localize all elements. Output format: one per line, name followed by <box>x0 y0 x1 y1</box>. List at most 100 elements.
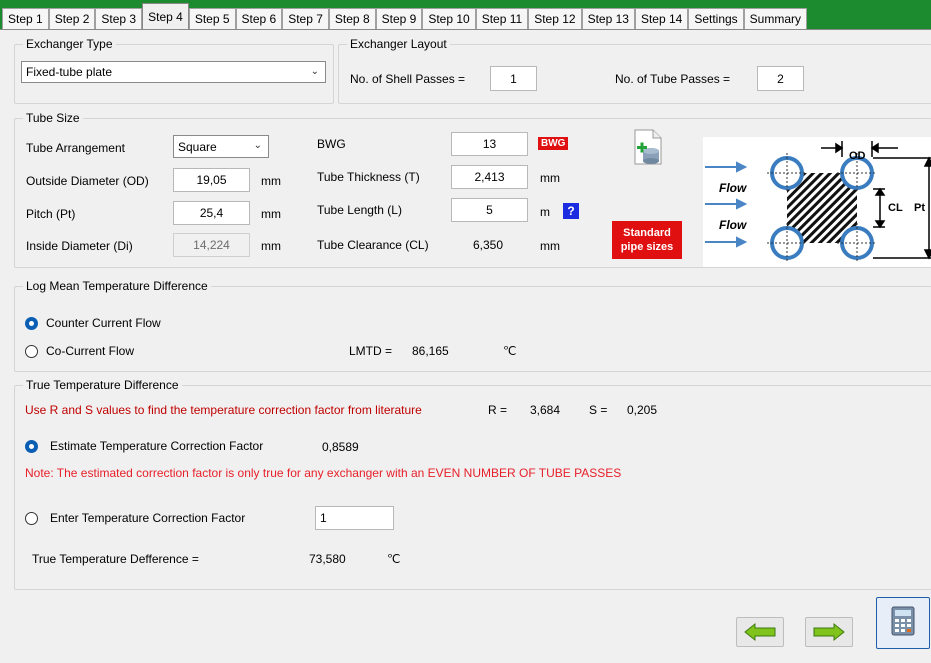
tab-step-1[interactable]: Step 1 <box>2 8 49 29</box>
exchanger-type-value: Fixed-tube plate <box>26 65 113 79</box>
clearance-value: 6,350 <box>473 238 504 252</box>
length-label: Tube Length (L) <box>317 203 402 217</box>
tube-layout-diagram: Flow Flow OD CL Pt <box>703 137 931 267</box>
tab-step-5[interactable]: Step 5 <box>188 8 236 29</box>
standard-pipe-sizes-button[interactable]: Standard pipe sizes <box>612 221 682 259</box>
s-value: 0,205 <box>627 403 658 417</box>
tab-bar: Step 1 Step 2 Step 3 Step 4 Step 5 Step 6 Step… <box>0 0 931 30</box>
enter-factor-label: Enter Temperature Correction Factor <box>50 511 246 525</box>
tube-arrangement-value: Square <box>178 139 217 154</box>
calculate-button[interactable] <box>876 597 930 649</box>
length-unit: m <box>540 205 550 219</box>
tab-step-2[interactable]: Step 2 <box>48 8 96 29</box>
tab-step-13[interactable]: Step 13 <box>581 8 635 29</box>
bwg-label: BWG <box>317 137 346 151</box>
std-pipe-line2: pipe sizes <box>620 241 674 253</box>
exchanger-type-title: Exchanger Type <box>23 37 116 51</box>
clearance-label: Tube Clearance (CL) <box>317 238 429 252</box>
radio-unselected-icon <box>25 344 38 358</box>
pitch-unit: mm <box>261 207 281 221</box>
true-temp-diff-label: True Temperature Defference = <box>32 552 199 566</box>
flow-label: Flow <box>719 181 747 195</box>
true-temperature-group: True Temperature Difference Use R and S … <box>14 378 931 590</box>
thickness-label: Tube Thickness (T) <box>317 170 420 184</box>
bwg-input[interactable]: 13 <box>451 132 528 156</box>
database-add-icon[interactable] <box>629 126 669 168</box>
bwg-table-button[interactable]: BWG <box>538 137 569 150</box>
arrow-left-icon <box>744 622 776 642</box>
tube-arrangement-select[interactable]: Square ⌄ <box>173 135 269 158</box>
clearance-unit: mm <box>540 239 560 253</box>
tube-arrangement-label: Tube Arrangement <box>26 141 125 155</box>
tube-size-title: Tube Size <box>23 111 83 125</box>
tab-step-8[interactable]: Step 8 <box>328 8 376 29</box>
tab-step-10[interactable]: Step 10 <box>422 8 476 29</box>
enter-factor-radio[interactable]: Enter Temperature Correction Factor <box>25 511 245 525</box>
tab-summary[interactable]: Summary <box>743 8 808 29</box>
std-pipe-line1: Standard <box>623 227 671 239</box>
radio-unselected-icon <box>25 511 38 525</box>
pt-dimension-label: Pt <box>914 202 925 214</box>
tube-passes-label: No. of Tube Passes = <box>615 72 731 86</box>
tab-step-9[interactable]: Step 9 <box>375 8 423 29</box>
note-text: Note: The estimated correction factor is… <box>25 466 622 480</box>
lmtd-group: Log Mean Temperature Difference Counter … <box>14 279 931 372</box>
step-4-panel: Exchanger Type Fixed-tube plate ⌄ Exchan… <box>0 29 931 663</box>
exchanger-layout-group: Exchanger Layout No. of Shell Passes = 1… <box>338 37 931 104</box>
true-temperature-title: True Temperature Difference <box>23 378 182 392</box>
length-input[interactable]: 5 <box>451 198 528 222</box>
od-input[interactable]: 19,05 <box>173 168 250 192</box>
help-icon[interactable]: ? <box>563 203 579 219</box>
exchanger-type-select[interactable]: Fixed-tube plate ⌄ <box>21 61 326 83</box>
estimate-factor-radio[interactable]: Estimate Temperature Correction Factor <box>25 439 263 453</box>
id-label: Inside Diameter (Di) <box>26 239 133 253</box>
tab-step-14[interactable]: Step 14 <box>634 8 689 29</box>
next-button[interactable] <box>805 617 853 647</box>
tabs-container: Step 1 Step 2 Step 3 Step 4 Step 5 Step 6 Step… <box>2 3 808 29</box>
flow-label: Flow <box>719 218 747 232</box>
thickness-unit: mm <box>540 171 560 185</box>
lmtd-title: Log Mean Temperature Difference <box>23 279 211 293</box>
counter-current-radio[interactable]: Counter Current Flow <box>25 316 161 330</box>
exchanger-layout-title: Exchanger Layout <box>347 37 450 51</box>
pitch-label: Pitch (Pt) <box>26 207 76 221</box>
arrow-right-icon <box>813 622 845 642</box>
chevron-down-icon: ⌄ <box>310 66 319 77</box>
chevron-down-icon: ⌄ <box>253 140 262 151</box>
previous-button[interactable] <box>736 617 784 647</box>
shell-passes-input[interactable]: 1 <box>490 66 537 91</box>
r-label: R = <box>488 403 508 417</box>
estimate-factor-value: 0,8589 <box>322 440 359 454</box>
co-current-label: Co-Current Flow <box>46 344 135 358</box>
lmtd-value: 86,165 <box>412 344 449 358</box>
counter-current-label: Counter Current Flow <box>46 316 161 330</box>
tab-step-4[interactable]: Step 4 <box>142 3 189 29</box>
shell-passes-label: No. of Shell Passes = <box>350 72 466 86</box>
tab-step-7[interactable]: Step 7 <box>282 8 329 29</box>
tube-size-group: Tube Size Tube Arrangement Square ⌄ Outs… <box>14 111 931 268</box>
tube-passes-input[interactable]: 2 <box>757 66 804 91</box>
tab-step-11[interactable]: Step 11 <box>475 8 529 29</box>
od-label: Outside Diameter (OD) <box>26 174 149 188</box>
s-label: S = <box>589 403 608 417</box>
tab-step-3[interactable]: Step 3 <box>95 8 143 29</box>
exchanger-type-group: Exchanger Type Fixed-tube plate ⌄ <box>14 37 334 104</box>
enter-factor-input[interactable]: 1 <box>315 506 394 530</box>
thickness-input[interactable]: 2,413 <box>451 165 528 189</box>
lmtd-unit: ℃ <box>503 344 517 358</box>
true-temp-diff-value: 73,580 <box>309 552 346 566</box>
id-input: 14,224 <box>173 233 250 257</box>
tab-step-6[interactable]: Step 6 <box>235 8 283 29</box>
od-unit: mm <box>261 174 281 188</box>
calculator-icon <box>891 606 915 636</box>
radio-selected-icon <box>25 439 38 453</box>
tab-step-12[interactable]: Step 12 <box>528 8 582 29</box>
co-current-radio[interactable]: Co-Current Flow <box>25 344 134 358</box>
pitch-input[interactable]: 25,4 <box>173 201 250 225</box>
true-temp-diff-unit: ℃ <box>387 552 401 566</box>
instruction-text: Use R and S values to find the temperatu… <box>25 403 422 417</box>
estimate-factor-label: Estimate Temperature Correction Factor <box>50 439 264 453</box>
tab-settings[interactable]: Settings <box>688 8 744 29</box>
r-value: 3,684 <box>530 403 561 417</box>
lmtd-label: LMTD = <box>349 344 393 358</box>
